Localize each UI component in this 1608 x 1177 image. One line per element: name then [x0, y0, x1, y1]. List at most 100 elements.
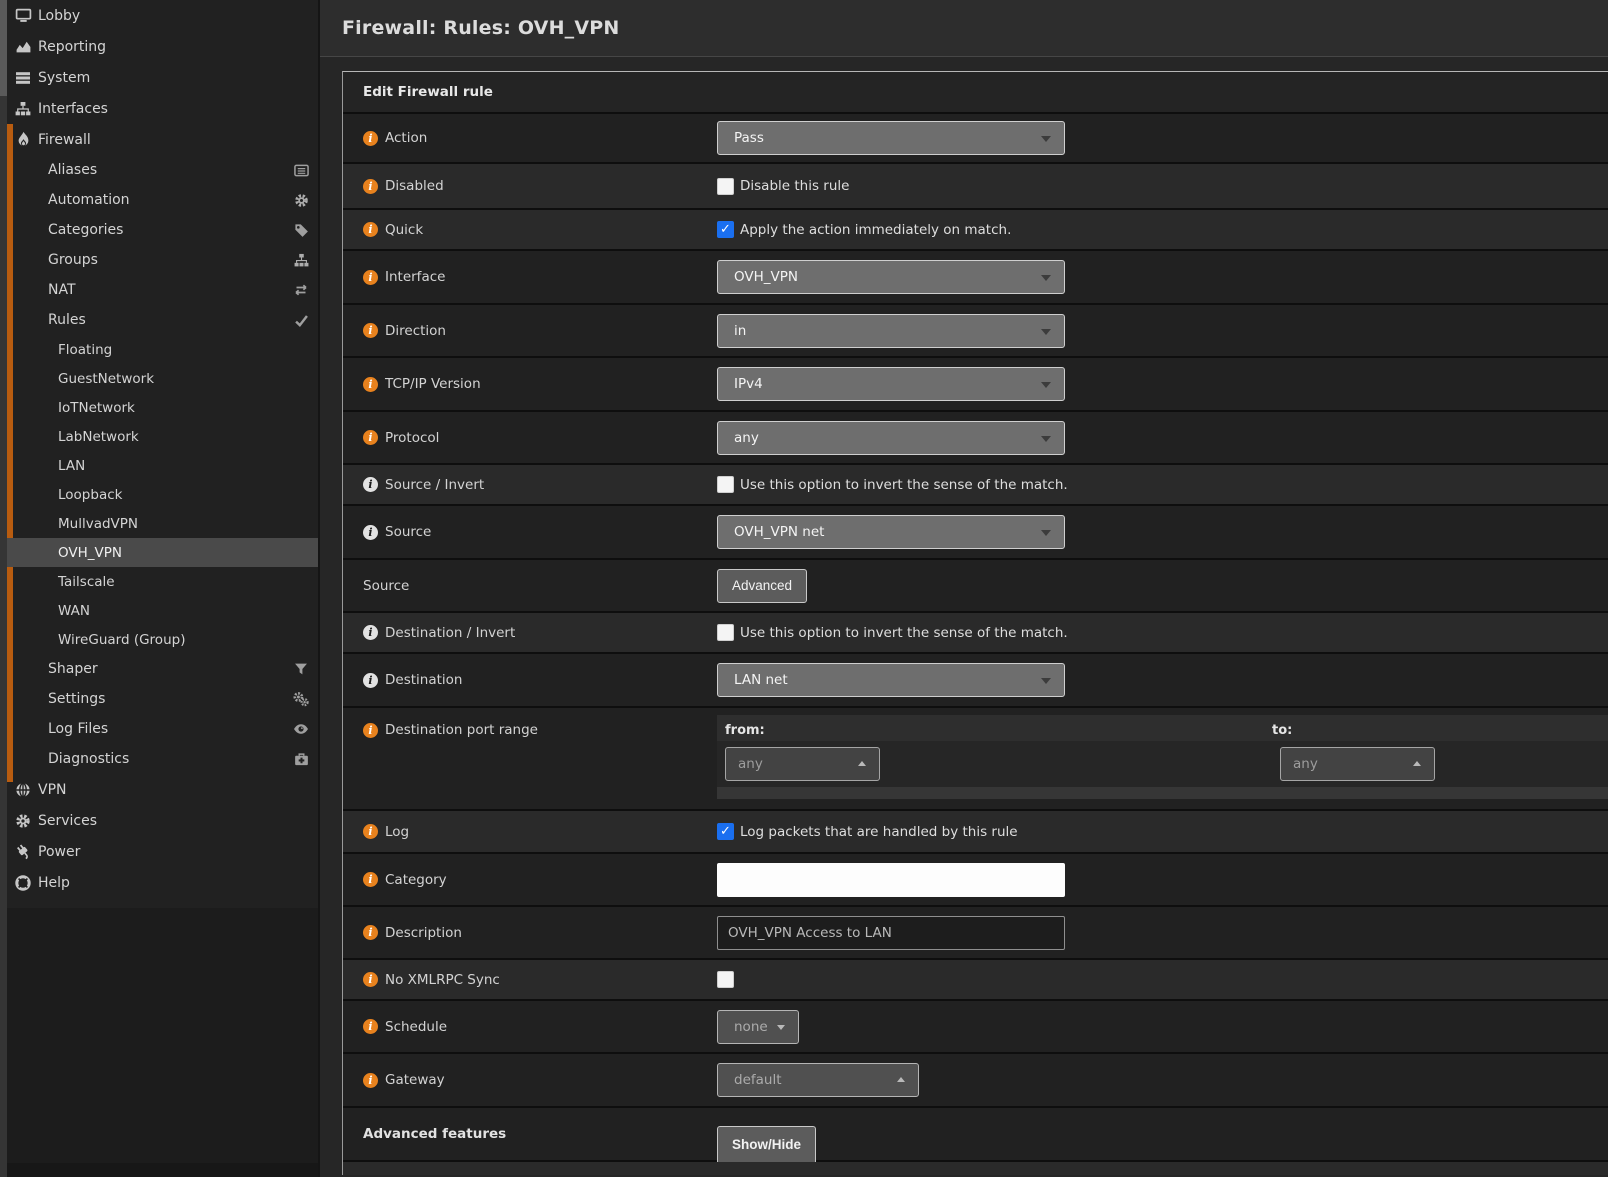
- sidebar-item-system[interactable]: System: [7, 62, 318, 93]
- sidebar-item-floating[interactable]: Floating: [7, 335, 318, 364]
- sidebar-item-wireguard-group[interactable]: WireGuard (Group): [7, 625, 318, 654]
- info-icon[interactable]: i: [363, 824, 378, 839]
- exchange-icon: [293, 282, 309, 298]
- disabled-checkbox[interactable]: [717, 178, 734, 195]
- log-checkbox[interactable]: ✓: [717, 823, 734, 840]
- destination-invert-checkbox[interactable]: [717, 624, 734, 641]
- sidebar-item-settings[interactable]: Settings: [7, 684, 318, 714]
- description-input[interactable]: OVH_VPN Access to LAN: [717, 916, 1065, 950]
- info-icon[interactable]: i: [363, 222, 378, 237]
- chevron-down-icon: [1041, 136, 1051, 142]
- sidebar-item-shaper[interactable]: Shaper: [7, 654, 318, 684]
- sidebar-item-reporting[interactable]: Reporting: [7, 31, 318, 62]
- info-icon[interactable]: i: [363, 972, 378, 987]
- tag-icon: [293, 222, 309, 238]
- sidebar: Lobby Reporting System Interfaces Firewa…: [0, 0, 320, 1177]
- info-icon[interactable]: i: [363, 625, 378, 640]
- sidebar-item-label: WAN: [58, 603, 90, 619]
- sidebar-item-rules[interactable]: Rules: [7, 305, 318, 335]
- info-icon[interactable]: i: [363, 131, 378, 146]
- sidebar-item-iotnetwork[interactable]: IoTNetwork: [7, 393, 318, 422]
- port-range-header: from: to:: [717, 715, 1608, 741]
- source-select[interactable]: OVH_VPN net: [717, 515, 1065, 549]
- info-icon[interactable]: i: [363, 723, 378, 738]
- sidebar-item-groups[interactable]: Groups: [7, 245, 318, 275]
- info-icon[interactable]: i: [363, 270, 378, 285]
- field-label: Description: [385, 925, 462, 941]
- info-icon[interactable]: i: [363, 323, 378, 338]
- action-select[interactable]: Pass: [717, 121, 1065, 155]
- quick-checkbox[interactable]: ✓: [717, 221, 734, 238]
- interface-select[interactable]: OVH_VPN: [717, 260, 1065, 294]
- schedule-select[interactable]: none: [717, 1010, 799, 1044]
- info-icon[interactable]: i: [363, 673, 378, 688]
- gateway-select[interactable]: default: [717, 1063, 919, 1097]
- destination-select[interactable]: LAN net: [717, 663, 1065, 697]
- sidebar-item-label: Interfaces: [38, 101, 108, 117]
- sidebar-item-firewall[interactable]: Firewall: [7, 124, 318, 155]
- sidebar-item-power[interactable]: Power: [7, 836, 318, 867]
- sidebar-item-services[interactable]: Services: [7, 805, 318, 836]
- sidebar-item-lan[interactable]: LAN: [7, 451, 318, 480]
- info-icon[interactable]: i: [363, 477, 378, 492]
- info-icon[interactable]: i: [363, 430, 378, 445]
- sidebar-item-loopback[interactable]: Loopback: [7, 480, 318, 509]
- sidebar-item-label: Floating: [58, 342, 112, 358]
- to-label: to:: [1272, 723, 1292, 738]
- sidebar-item-guestnetwork[interactable]: GuestNetwork: [7, 364, 318, 393]
- info-icon[interactable]: i: [363, 525, 378, 540]
- sidebar-item-nat[interactable]: NAT: [7, 275, 318, 305]
- direction-select[interactable]: in: [717, 314, 1065, 348]
- row-cutoff: [343, 1162, 1608, 1175]
- chevron-down-icon: [1041, 275, 1051, 281]
- sidebar-item-interfaces[interactable]: Interfaces: [7, 93, 318, 124]
- sidebar-menu: Lobby Reporting System Interfaces Firewa…: [7, 0, 318, 898]
- sidebar-item-categories[interactable]: Categories: [7, 215, 318, 245]
- sidebar-item-vpn[interactable]: VPN: [7, 774, 318, 805]
- tcpip-version-select[interactable]: IPv4: [717, 367, 1065, 401]
- port-range-body: any any: [717, 741, 1608, 787]
- field-label: Protocol: [385, 430, 439, 446]
- field-label: Category: [385, 872, 447, 888]
- sidebar-item-aliases[interactable]: Aliases: [7, 155, 318, 185]
- source-invert-checkbox[interactable]: [717, 476, 734, 493]
- field-label: Quick: [385, 222, 423, 238]
- sidebar-item-label: Log Files: [48, 721, 108, 737]
- sidebar-item-label: Groups: [48, 252, 98, 268]
- sidebar-item-diagnostics[interactable]: Diagnostics: [7, 744, 318, 774]
- sidebar-scrollbar-track[interactable]: [0, 0, 7, 1177]
- chevron-up-icon: [897, 1077, 905, 1082]
- info-icon[interactable]: i: [363, 1073, 378, 1088]
- port-to-select[interactable]: any: [1280, 747, 1435, 781]
- port-from-select[interactable]: any: [725, 747, 880, 781]
- category-input[interactable]: [717, 863, 1065, 897]
- sidebar-item-help[interactable]: Help: [7, 867, 318, 898]
- source-advanced-button[interactable]: Advanced: [717, 569, 807, 603]
- sidebar-item-mullvadvpn[interactable]: MullvadVPN: [7, 509, 318, 538]
- info-icon[interactable]: i: [363, 377, 378, 392]
- chevron-down-icon: [777, 1025, 785, 1030]
- info-icon[interactable]: i: [363, 925, 378, 940]
- sidebar-item-labnetwork[interactable]: LabNetwork: [7, 422, 318, 451]
- sidebar-item-label: IoTNetwork: [58, 400, 135, 416]
- sitemap-icon: [293, 252, 309, 268]
- sidebar-item-automation[interactable]: Automation: [7, 185, 318, 215]
- panel-header: Edit Firewall rule: [343, 72, 1608, 114]
- show-hide-button[interactable]: Show/Hide: [717, 1126, 816, 1162]
- eye-icon: [293, 721, 309, 737]
- protocol-select[interactable]: any: [717, 421, 1065, 455]
- sidebar-item-log-files[interactable]: Log Files: [7, 714, 318, 744]
- selected-value: any: [738, 756, 763, 772]
- help-lifering-icon: [14, 874, 32, 892]
- no-xmlrpc-sync-checkbox[interactable]: [717, 971, 734, 988]
- info-icon[interactable]: i: [363, 1019, 378, 1034]
- sidebar-item-lobby[interactable]: Lobby: [7, 0, 318, 31]
- sidebar-item-ovh-vpn-selected[interactable]: OVH_VPN: [7, 538, 318, 567]
- sidebar-item-wan[interactable]: WAN: [7, 596, 318, 625]
- panel-title: Edit Firewall rule: [363, 84, 493, 100]
- info-icon[interactable]: i: [363, 179, 378, 194]
- sidebar-item-tailscale[interactable]: Tailscale: [7, 567, 318, 596]
- chevron-down-icon: [1041, 382, 1051, 388]
- sidebar-scrollbar-thumb[interactable]: [0, 0, 7, 96]
- info-icon[interactable]: i: [363, 872, 378, 887]
